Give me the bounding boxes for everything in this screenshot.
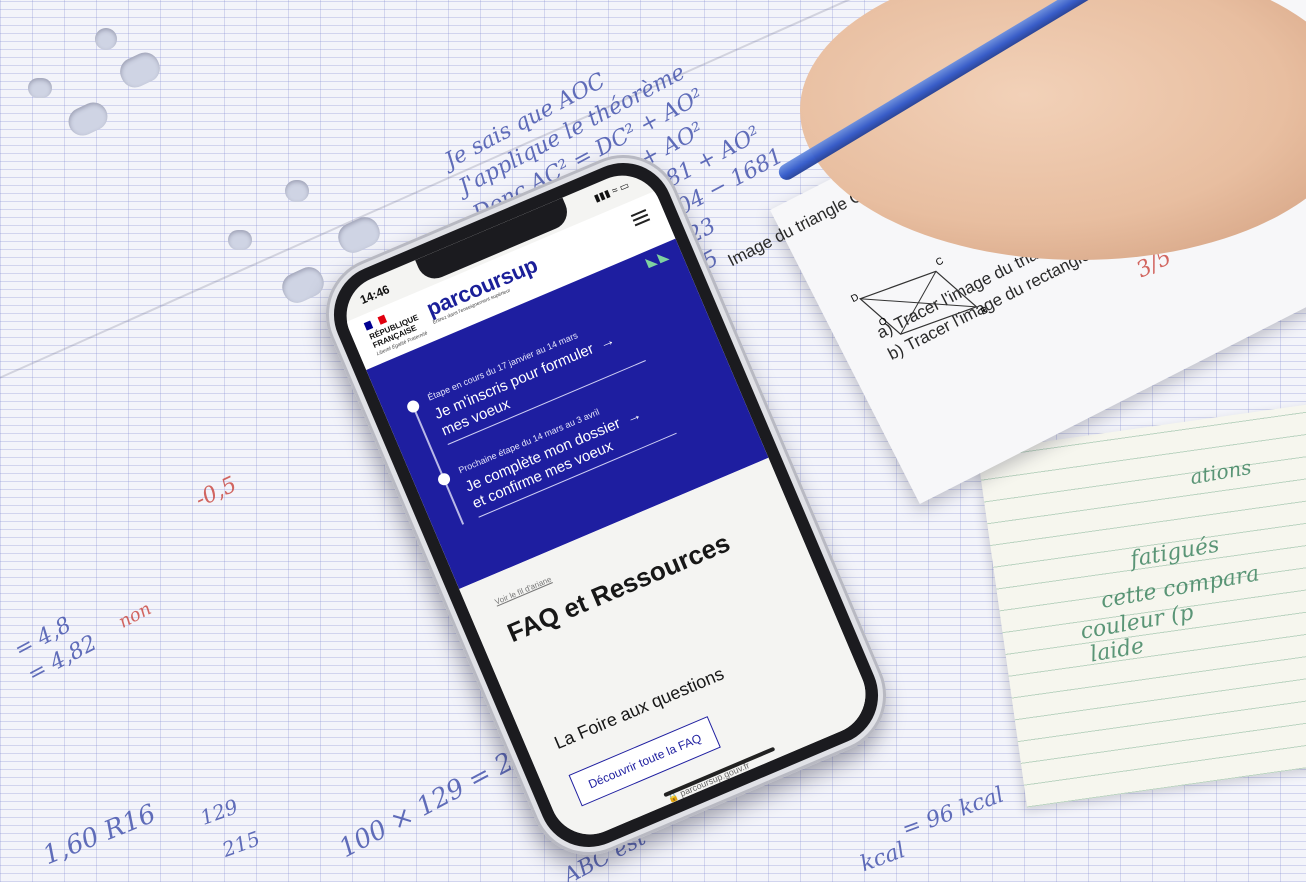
figure-label-c: C — [934, 256, 945, 269]
geometry-figure: D C O B — [849, 256, 990, 335]
step-dot — [405, 398, 422, 415]
figure-label-d: D — [849, 292, 860, 305]
photo-scene: Je sais que AOC J'applique le théorème D… — [0, 0, 1306, 882]
arrow-right-icon: → — [596, 331, 618, 353]
punch-hole — [28, 78, 52, 98]
status-time: 14:46 — [357, 282, 392, 308]
punch-hole — [285, 180, 309, 202]
arrow-right-icon: → — [623, 405, 645, 428]
step-dot — [436, 471, 452, 488]
decorative-marks: ◣ ◣ — [644, 247, 670, 270]
punch-hole — [228, 230, 252, 250]
punch-hole — [95, 28, 117, 50]
figure-label-o: O — [877, 316, 889, 329]
status-signal-icon: ▮▮▮ ≈ ▭ — [592, 180, 631, 205]
hamburger-menu-icon[interactable] — [630, 206, 652, 229]
